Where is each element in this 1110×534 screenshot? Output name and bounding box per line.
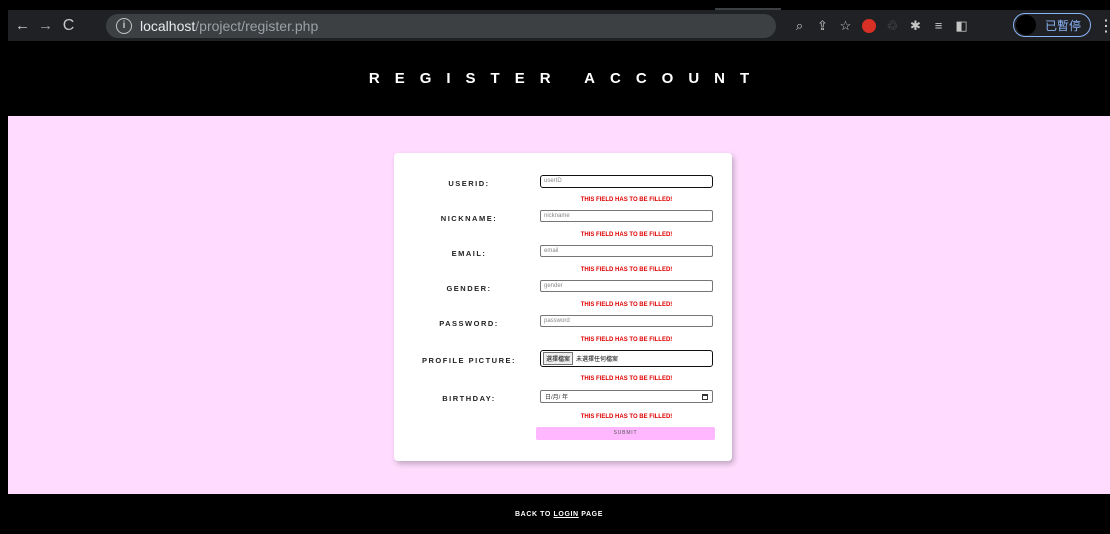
nickname-input[interactable]: nickname xyxy=(540,210,713,222)
back-arrow-icon[interactable]: ← xyxy=(11,17,34,34)
birthday-error: THIS FIELD HAS TO BE FILLED! xyxy=(580,414,673,420)
page-title: REGISTER ACCOUNT xyxy=(368,70,765,87)
url-host: localhost xyxy=(140,18,196,34)
profile-picture-input[interactable]: 選擇檔案 未選擇任何檔案 xyxy=(540,350,713,367)
info-icon[interactable]: i xyxy=(116,18,132,34)
menu-icon[interactable]: ⋮ xyxy=(1098,16,1110,36)
zoom-icon[interactable]: ⌕ xyxy=(788,18,811,34)
recycle-icon[interactable]: ♲ xyxy=(881,18,904,34)
nickname-error: THIS FIELD HAS TO BE FILLED! xyxy=(580,232,673,238)
userid-label: USERID: xyxy=(448,179,490,188)
share-icon[interactable]: ⇪ xyxy=(811,18,834,34)
reading-list-icon[interactable]: ≡ xyxy=(927,18,950,33)
footer-prefix: BACK TO xyxy=(515,510,554,518)
side-panel-icon[interactable]: ◧ xyxy=(950,18,973,34)
reload-icon[interactable]: C xyxy=(57,17,80,35)
avatar xyxy=(1016,15,1036,35)
extension-icon[interactable] xyxy=(862,18,876,33)
email-label: EMAIL: xyxy=(451,249,487,258)
profile-picture-error: THIS FIELD HAS TO BE FILLED! xyxy=(580,376,673,382)
birthday-value: 日/月/ 年 xyxy=(545,395,569,401)
footer-text: BACK TO LOGIN PAGE xyxy=(515,511,603,518)
page-footer: BACK TO LOGIN PAGE xyxy=(8,494,1110,534)
forward-arrow-icon[interactable]: → xyxy=(34,17,57,34)
file-status: 未選擇任何檔案 xyxy=(576,357,619,363)
nickname-label: NICKNAME: xyxy=(440,214,498,223)
profile-button[interactable]: 已暫停 xyxy=(1013,13,1091,37)
url-path: /project/register.php xyxy=(195,18,319,34)
page-header: REGISTER ACCOUNT xyxy=(8,41,1110,116)
puzzle-icon[interactable]: ✱ xyxy=(904,18,927,34)
star-icon[interactable]: ☆ xyxy=(834,18,857,34)
content-area: USERID: userID THIS FIELD HAS TO BE FILL… xyxy=(8,116,1110,494)
gender-input[interactable]: gender xyxy=(540,280,713,292)
birthday-input[interactable]: 日/月/ 年 xyxy=(540,390,713,403)
password-label: PASSWORD: xyxy=(439,319,499,328)
email-error: THIS FIELD HAS TO BE FILLED! xyxy=(580,267,673,273)
page: REGISTER ACCOUNT USERID: userID THIS FIE… xyxy=(8,41,1110,534)
email-input[interactable]: email xyxy=(540,245,713,257)
login-link[interactable]: LOGIN xyxy=(554,511,579,518)
password-input[interactable]: password xyxy=(540,315,713,327)
choose-file-button[interactable]: 選擇檔案 xyxy=(543,352,574,365)
register-form: USERID: userID THIS FIELD HAS TO BE FILL… xyxy=(394,153,732,461)
gender-label: GENDER: xyxy=(446,284,492,293)
toolbar-right-icons: ⌕ ⇪ ☆ ♲ ✱ ≡ ◧ xyxy=(788,10,973,41)
profile-picture-label: PROFILE PICTURE: xyxy=(421,356,516,365)
userid-error: THIS FIELD HAS TO BE FILLED! xyxy=(580,197,673,203)
footer-suffix: PAGE xyxy=(578,510,603,518)
calendar-icon[interactable] xyxy=(702,393,708,400)
userid-input[interactable]: userID xyxy=(540,175,713,188)
birthday-label: BIRTHDAY: xyxy=(442,394,496,403)
gender-error: THIS FIELD HAS TO BE FILLED! xyxy=(580,302,673,308)
url-text[interactable]: localhost/project/register.php xyxy=(140,18,318,34)
submit-button[interactable]: SUBMIT xyxy=(536,427,715,440)
profile-status: 已暫停 xyxy=(1045,18,1082,33)
address-bar[interactable]: i localhost/project/register.php xyxy=(106,14,776,38)
password-error: THIS FIELD HAS TO BE FILLED! xyxy=(580,337,673,343)
browser-toolbar: ← → C i localhost/project/register.php ⌕… xyxy=(8,10,1110,41)
